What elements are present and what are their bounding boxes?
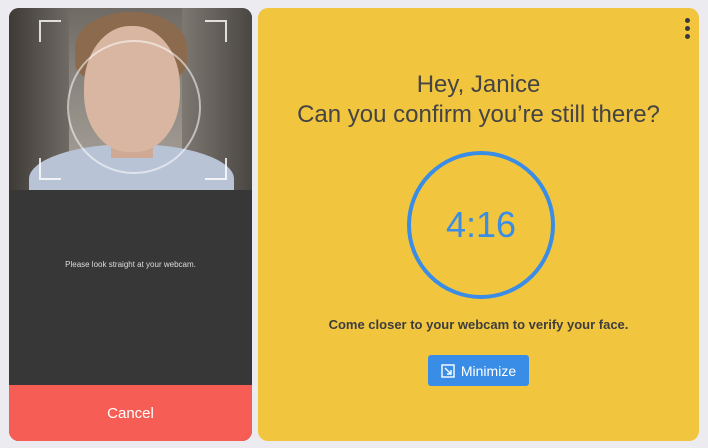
confirmation-question: Can you confirm you’re still there? [297, 101, 660, 128]
frame-corner-bottom-left [39, 158, 61, 180]
minimize-arrow-icon [441, 363, 455, 378]
cancel-button[interactable]: Cancel [9, 385, 252, 441]
menu-dot [684, 26, 690, 31]
frame-corner-bottom-right [205, 158, 227, 180]
menu-dot [684, 34, 690, 39]
minimize-button[interactable]: Minimize [428, 355, 529, 386]
menu-dot [684, 18, 690, 23]
minimize-label: Minimize [460, 362, 517, 379]
more-vertical-icon[interactable] [683, 18, 691, 42]
face-detection-ring [67, 40, 201, 174]
countdown-timer: 4:16 [407, 151, 555, 299]
verification-panel: Hey, Janice Can you confirm you’re still… [258, 8, 699, 441]
frame-corner-top-right [205, 20, 227, 42]
webcam-instruction: Please look straight at your webcam. [65, 260, 196, 269]
frame-corner-top-left [39, 20, 61, 42]
webcam-preview [9, 8, 252, 190]
countdown-value: 4:16 [445, 204, 517, 245]
webcam-hint: Come closer to your webcam to verify you… [328, 317, 629, 332]
webcam-panel: Please look straight at your webcam. Can… [9, 8, 252, 441]
greeting-text: Hey, Janice [416, 71, 541, 98]
